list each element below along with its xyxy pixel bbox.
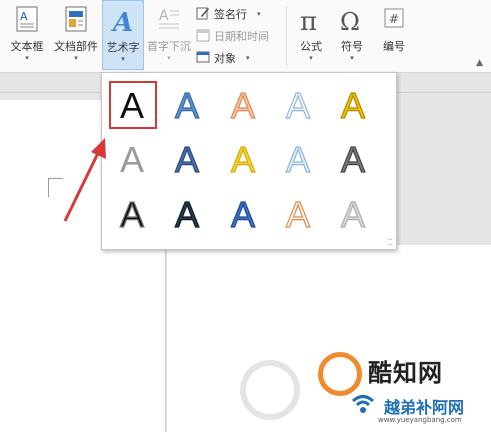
wifi-icon [351,395,375,413]
number-button[interactable]: # 编号 [374,0,414,70]
wordart-glyph: A [341,194,365,234]
wordart-style-14[interactable]: A [275,190,323,238]
equation-button[interactable]: π 公式 ▾ [290,0,332,70]
drop-cap-label: 首字下沉 [147,40,191,53]
wordart-glyph: A [120,139,144,179]
wordart-glyph: A [120,194,144,234]
wordart-style-12[interactable]: A [164,190,212,238]
wordart-style-3[interactable]: A [220,81,268,129]
wordart-glyph: A [286,139,310,179]
wordart-glyph: A [175,139,199,179]
chevron-down-icon: ▾ [25,54,29,62]
wordart-glyph: A [175,85,199,125]
svg-text:A: A [159,8,169,24]
wordart-style-7[interactable]: A [164,135,212,183]
pi-icon: π [298,5,324,38]
text-box-icon: A [15,5,39,36]
chevron-down-icon: ▾ [167,54,171,62]
watermark-url: www.yueyangbang.com [378,416,462,424]
wordart-label: 艺术字 [106,41,140,54]
wordart-glyph: A [231,139,255,179]
resize-grip-icon[interactable]: ⁚⁚ [388,238,393,247]
calendar-icon [196,28,210,45]
svg-text:#: # [389,12,399,26]
svg-text:π: π [300,7,317,35]
wordart-style-13[interactable]: A [220,190,268,238]
signature-line-label: 签名行 [214,8,247,21]
wordart-glyph: A [341,85,365,125]
chevron-down-icon: ▾ [350,54,354,62]
collapse-ribbon-icon[interactable]: ▲ [476,58,483,68]
wordart-style-8[interactable]: A [220,135,268,183]
wordart-style-15[interactable]: A [330,190,378,238]
wordart-style-2[interactable]: A [164,81,212,129]
symbol-label: 符号 [341,40,363,53]
date-time-button[interactable]: 日期和时间 [196,27,269,45]
text-box-button[interactable]: A 文本框 ▾ [4,0,50,70]
wordart-style-5[interactable]: A [330,81,378,129]
object-icon [196,50,210,67]
number-icon: # [382,5,406,34]
wordart-style-10[interactable]: A [330,135,378,183]
symbol-button[interactable]: Ω 符号 ▾ [332,0,372,70]
pen-icon [196,6,210,23]
wordart-gallery: ⁚⁚ AAAAAAAAAAAAAAA [101,72,397,250]
object-button[interactable]: 对象 ▾ [196,49,250,67]
quick-parts-label: 文档部件 [54,40,98,53]
equation-label: 公式 [300,40,322,53]
wordart-glyph: A [231,194,255,234]
number-label: 编号 [383,40,405,53]
wordart-glyph: A [120,85,144,125]
wordart-style-9[interactable]: A [275,135,323,183]
wordart-button[interactable]: A 艺术字 ▾ [102,0,144,70]
wordart-style-1[interactable]: A [109,81,157,129]
watermark-name: 酷知网 [368,359,443,387]
signature-line-button[interactable]: 签名行 ▾ [196,5,261,23]
wordart-glyph: A [231,85,255,125]
drop-cap-icon: A [157,5,181,36]
chevron-down-icon: ▾ [309,54,313,62]
watermark-logo [240,360,300,420]
red-arrow-annotation [63,138,106,222]
quick-parts-icon [64,5,88,36]
date-time-label: 日期和时间 [214,30,269,43]
wordart-glyph: A [286,85,310,125]
svg-text:Ω: Ω [340,8,360,35]
chevron-down-icon: ▾ [74,54,78,62]
svg-text:A: A [20,10,28,23]
quick-parts-button[interactable]: 文档部件 ▾ [50,0,102,70]
chevron-down-icon: ▾ [257,10,261,18]
ribbon-insert-tab: A 文本框 ▾ 文档部件 ▾ A 艺术字 ▾ A 首字下沉 ▾ 签名行 ▾ 日期… [0,0,491,73]
ribbon-divider [286,6,287,66]
wordart-style-4[interactable]: A [275,81,323,129]
wordart-glyph: A [286,194,310,234]
chevron-down-icon: ▾ [246,54,250,62]
wordart-glyph: A [341,139,365,179]
wordart-icon: A [110,6,136,39]
wordart-style-11[interactable]: A [109,190,157,238]
drop-cap-button[interactable]: A 首字下沉 ▾ [144,0,194,70]
wordart-glyph: A [175,194,199,234]
chevron-down-icon: ▾ [121,55,125,63]
object-label: 对象 [214,52,236,65]
svg-text:A: A [110,8,133,36]
watermark-cn: 越弟补阿网 [384,398,465,417]
text-box-label: 文本框 [10,40,44,53]
omega-icon: Ω [339,5,365,38]
wordart-style-6[interactable]: A [109,135,157,183]
